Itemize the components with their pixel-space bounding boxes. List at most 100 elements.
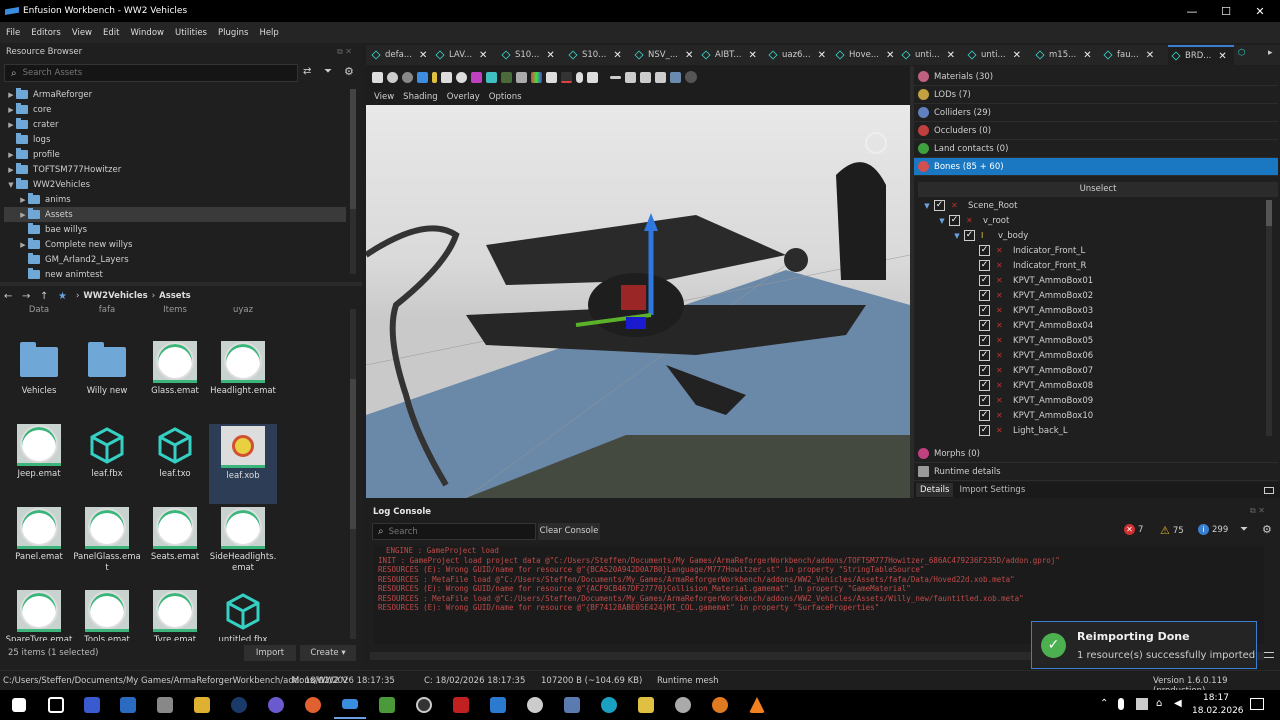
tree-item[interactable]: ▶ Assets	[4, 207, 346, 222]
tree-item[interactable]: ▼ WW2Vehicles	[4, 177, 346, 192]
bone-row[interactable]: ✓ ✕ KPVT_AmmoBox09	[922, 393, 1262, 408]
grid-scrollbar[interactable]	[350, 309, 356, 639]
tree-item[interactable]: ▶ crater	[4, 117, 346, 132]
property-section[interactable]: Bones (85 + 60)	[914, 158, 1278, 176]
viewport-menu-options[interactable]: Options	[489, 92, 522, 102]
asset-tile[interactable]: Glass.emat	[141, 341, 209, 397]
runtime-details-section[interactable]: Runtime details	[914, 463, 1278, 481]
list-icon[interactable]	[587, 71, 598, 83]
app-icon[interactable]	[157, 697, 173, 713]
maximize-button[interactable]: ☐	[1209, 0, 1243, 22]
close-tab-icon[interactable]: ✕	[613, 50, 621, 61]
close-tab-icon[interactable]: ✕	[1013, 50, 1021, 61]
log-settings-gear-icon[interactable]: ⚙	[1262, 523, 1272, 536]
close-tab-icon[interactable]: ✕	[1083, 50, 1091, 61]
editor-tab[interactable]: AIBT... ✕	[698, 45, 762, 65]
property-section[interactable]: Materials (30)	[914, 68, 1278, 86]
menu-view[interactable]: View	[72, 28, 92, 38]
menu-utilities[interactable]: Utilities	[175, 28, 207, 38]
editor-tab[interactable]: defa... ✕	[368, 45, 432, 65]
menu-window[interactable]: Window	[130, 28, 164, 38]
close-window-button[interactable]: ✕	[1243, 0, 1277, 22]
log-menu-icon[interactable]	[1264, 652, 1274, 658]
editor-tab[interactable]: NSV_... ✕	[631, 45, 695, 65]
clock-time[interactable]: 18:17	[1198, 693, 1234, 703]
bone-row[interactable]: ▼ ✓ ✕ v_root	[922, 213, 1262, 228]
gizmo-center[interactable]	[621, 285, 646, 310]
steam-icon[interactable]	[231, 697, 247, 713]
panel-float-icon[interactable]: ⧉ ✕	[1250, 506, 1265, 516]
move-icon[interactable]	[387, 71, 398, 83]
log-filter-icon[interactable]: ⏷	[1240, 524, 1248, 535]
tab-overflow-icon[interactable]: ⬡	[1238, 48, 1252, 62]
tray-chevron-icon[interactable]: ⌃	[1100, 698, 1108, 709]
sync-icon[interactable]: ⇄	[303, 66, 311, 77]
tree-item[interactable]: GM_Arland2_Layers	[4, 252, 346, 267]
tree-item[interactable]: new animtest	[4, 267, 346, 282]
viewport-menu-view[interactable]: View	[374, 92, 394, 102]
light-gizmo-icon[interactable]	[865, 132, 887, 154]
menu-editors[interactable]: Editors	[31, 28, 61, 38]
expand-arrow-icon[interactable]: ▶	[6, 121, 16, 129]
bone-row[interactable]: ✓ ✕ KPVT_AmmoBox08	[922, 378, 1262, 393]
expand-arrow-icon[interactable]: ▶	[6, 106, 16, 114]
asset-tile[interactable]: untitled.fbx	[209, 590, 277, 641]
menu-plugins[interactable]: Plugins	[218, 28, 248, 38]
expand-arrow-icon[interactable]: ▶	[18, 196, 28, 204]
bone-row[interactable]: ✓ ✕ KPVT_AmmoBox03	[922, 303, 1262, 318]
tree-item[interactable]: ▶ ArmaReforger	[4, 87, 346, 102]
defender-icon[interactable]	[84, 697, 100, 713]
add-icon[interactable]	[655, 71, 666, 83]
favorite-star-icon[interactable]: ★	[58, 291, 76, 302]
import-button[interactable]: Import	[244, 645, 296, 661]
close-tab-icon[interactable]: ✕	[947, 50, 955, 61]
forward-arrow-icon[interactable]: →	[22, 291, 40, 302]
expand-arrow-icon[interactable]: ▶	[6, 151, 16, 159]
close-tab-icon[interactable]: ✕	[419, 50, 427, 61]
tab-details[interactable]: Details	[916, 483, 954, 497]
workbench-icon[interactable]	[342, 699, 358, 709]
bone-checkbox[interactable]: ✓	[979, 365, 990, 376]
error-filter[interactable]: ✕ 7	[1124, 524, 1143, 535]
rotate-icon[interactable]	[402, 71, 413, 83]
asset-tile[interactable]: Headlight.emat	[209, 341, 277, 397]
breadcrumb-ww2vehicles[interactable]: WW2Vehicles	[83, 291, 147, 301]
powershell-icon[interactable]	[120, 697, 136, 713]
lod-icon[interactable]	[501, 71, 512, 83]
tree-item[interactable]: bae willys	[4, 222, 346, 237]
bone-checkbox[interactable]: ✓	[979, 380, 990, 391]
tree-item[interactable]: logs	[4, 132, 346, 147]
bone-checkbox[interactable]: ✓	[979, 305, 990, 316]
info-filter[interactable]: i 299	[1198, 524, 1228, 535]
editor-tab[interactable]: unti... ✕	[898, 45, 962, 65]
close-tab-icon[interactable]: ✕	[1218, 51, 1226, 62]
collider-icon[interactable]	[486, 71, 497, 83]
close-tab-icon[interactable]: ✕	[886, 50, 894, 61]
close-tab-icon[interactable]: ✕	[818, 50, 826, 61]
bone-row[interactable]: ✓ ✕ KPVT_AmmoBox01	[922, 273, 1262, 288]
frame-icon[interactable]	[546, 71, 557, 83]
network-icon[interactable]: ⌂	[1156, 698, 1162, 709]
blender-icon[interactable]	[712, 697, 728, 713]
material-icon[interactable]	[471, 71, 482, 83]
editor-tab[interactable]: uaz6... ✕	[765, 45, 829, 65]
close-tab-icon[interactable]: ✕	[479, 50, 487, 61]
asset-tile[interactable]: leaf.xob	[209, 424, 277, 504]
expand-arrow-icon[interactable]: ▼	[6, 181, 16, 189]
angle-icon[interactable]	[516, 71, 527, 83]
bone-checkbox[interactable]: ✓	[979, 410, 990, 421]
ev-icon[interactable]	[640, 71, 651, 83]
bone-row[interactable]: ▼ ✓ Iv_body	[922, 228, 1262, 243]
property-section[interactable]: Occluders (0)	[914, 122, 1278, 140]
property-section[interactable]: LODs (7)	[914, 86, 1278, 104]
asset-tile[interactable]: Jeep.emat	[5, 424, 73, 480]
editor-icon[interactable]	[379, 697, 395, 713]
bone-row[interactable]: ✓ ✕ KPVT_AmmoBox04	[922, 318, 1262, 333]
morphs-section[interactable]: Morphs (0)	[914, 445, 1278, 463]
editor-tab[interactable]: m15... ✕	[1032, 45, 1096, 65]
bone-icon[interactable]	[456, 71, 467, 83]
bone-checkbox[interactable]: ✓	[964, 230, 975, 241]
editor-tab[interactable]: S10... ✕	[565, 45, 629, 65]
viewport-menu-shading[interactable]: Shading	[403, 92, 438, 102]
bone-checkbox[interactable]: ✓	[979, 260, 990, 271]
